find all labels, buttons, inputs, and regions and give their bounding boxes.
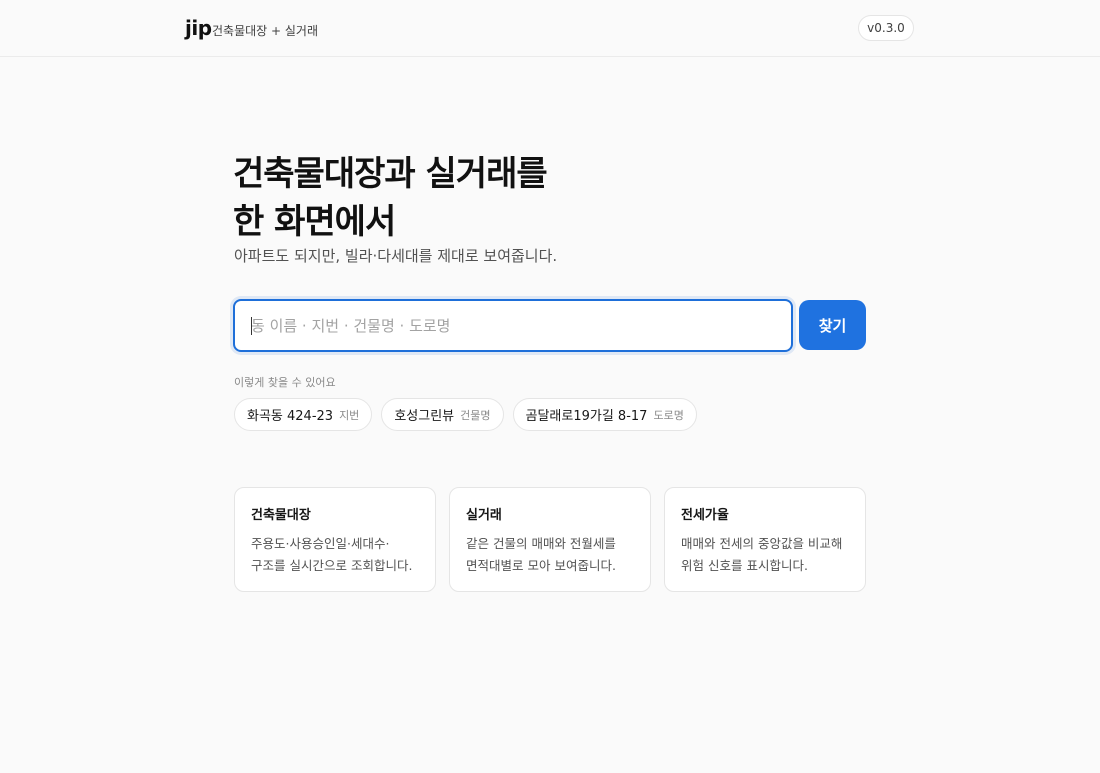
card-description-line: 같은 건물의 매매와 전월세를 xyxy=(466,536,616,551)
card-description-line: 구조를 실시간으로 조회합니다. xyxy=(251,558,413,573)
chip-text: 호성그린뷰 xyxy=(394,409,455,424)
search-button[interactable]: 찾기 xyxy=(799,300,866,350)
feature-card-transactions: 실거래 같은 건물의 매매와 전월세를 면적대별로 모아 보여줍니다. xyxy=(449,487,651,592)
card-description-line: 위험 신호를 표시합니다. xyxy=(681,558,808,573)
hero-title: 건축물대장과 실거래를 한 화면에서 xyxy=(233,150,753,246)
top-bar: jip 건축물대장 + 실거래 v0.3.0 xyxy=(0,0,1100,57)
chip-text: 곰달래로19가길 8-17 xyxy=(525,409,648,424)
chip-text: 화곡동 424-23 xyxy=(247,409,334,424)
card-title: 전세가율 xyxy=(681,508,729,523)
feature-card-building-register: 건축물대장 주용도·사용승인일·세대수· 구조를 실시간으로 조회합니다. xyxy=(234,487,436,592)
hero-title-line-2: 한 화면에서 xyxy=(233,202,396,242)
chip-type: 도로명 xyxy=(653,408,684,422)
feature-card-jeonse-ratio: 전세가율 매매와 전세의 중앙값을 비교해 위험 신호를 표시합니다. xyxy=(664,487,866,592)
search-input[interactable] xyxy=(243,305,783,346)
card-description: 매매와 전세의 중앙값을 비교해 위험 신호를 표시합니다. xyxy=(681,533,851,577)
app-tagline: 건축물대장 + 실거래 xyxy=(212,24,319,38)
example-chip-building[interactable]: 호성그린뷰 건물명 xyxy=(381,398,504,431)
card-description: 주용도·사용승인일·세대수· 구조를 실시간으로 조회합니다. xyxy=(251,533,421,577)
chip-type: 지번 xyxy=(339,408,360,422)
text-caret xyxy=(251,317,252,335)
card-description-line: 면적대별로 모아 보여줍니다. xyxy=(466,558,616,573)
card-description-line: 매매와 전세의 중앙값을 비교해 xyxy=(681,536,843,551)
search-box[interactable] xyxy=(233,299,793,352)
chip-type: 건물명 xyxy=(460,408,491,422)
example-chips: 화곡동 424-23 지번 호성그린뷰 건물명 곰달래로19가길 8-17 도로… xyxy=(234,398,697,431)
card-title: 건축물대장 xyxy=(251,508,311,523)
app-logo[interactable]: jip xyxy=(185,16,212,40)
version-badge: v0.3.0 xyxy=(858,15,914,41)
card-title: 실거래 xyxy=(466,508,502,523)
example-chip-road[interactable]: 곰달래로19가길 8-17 도로명 xyxy=(512,398,697,431)
examples-label: 이렇게 찾을 수 있어요 xyxy=(234,376,336,389)
hero-subtitle: 아파트도 되지만, 빌라·다세대를 제대로 보여줍니다. xyxy=(234,247,558,265)
hero-title-line-1: 건축물대장과 실거래를 xyxy=(233,154,548,194)
example-chip-jibun[interactable]: 화곡동 424-23 지번 xyxy=(234,398,373,431)
card-description: 같은 건물의 매매와 전월세를 면적대별로 모아 보여줍니다. xyxy=(466,533,636,577)
card-description-line: 주용도·사용승인일·세대수· xyxy=(251,536,390,551)
feature-cards: 건축물대장 주용도·사용승인일·세대수· 구조를 실시간으로 조회합니다. 실거… xyxy=(234,487,866,592)
